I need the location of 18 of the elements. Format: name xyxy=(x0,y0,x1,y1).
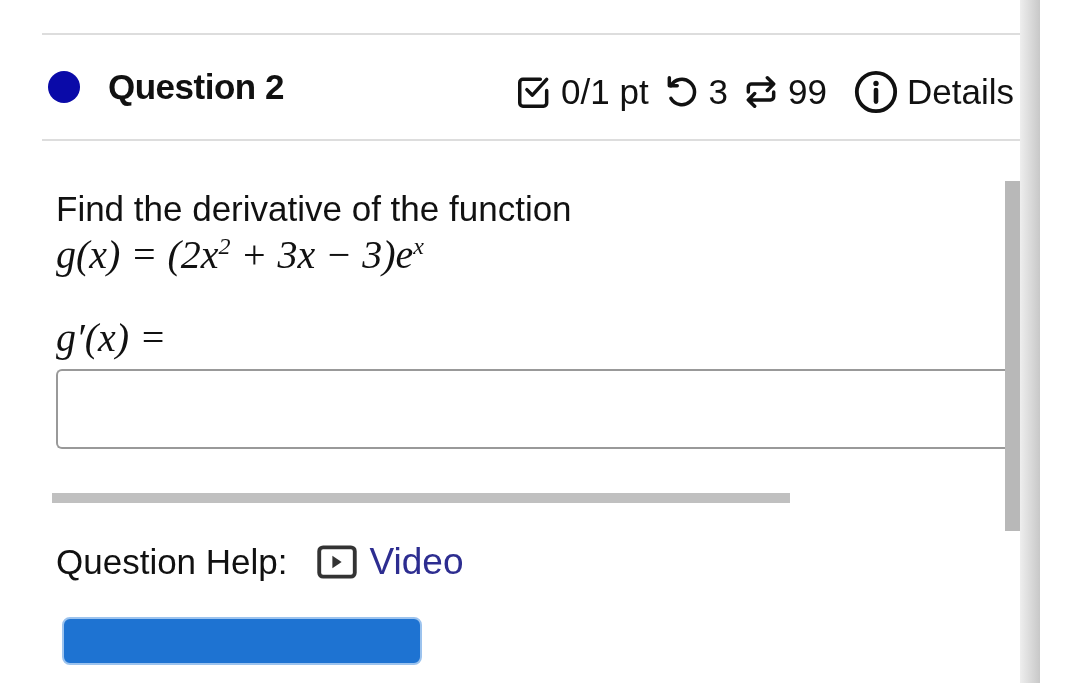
horizontal-scrollbar[interactable] xyxy=(52,493,790,503)
action-button[interactable] xyxy=(62,617,422,665)
attempts-count: 99 xyxy=(788,72,827,112)
status-dot xyxy=(48,71,80,103)
question-prompt: Find the derivative of the function xyxy=(56,189,573,229)
page-scrollbar[interactable] xyxy=(1020,0,1040,683)
score-text: 0/1 pt xyxy=(561,72,649,112)
help-label: Question Help: xyxy=(56,542,288,582)
answer-label: g′(x) = xyxy=(56,314,168,361)
info-icon[interactable] xyxy=(853,69,899,115)
question-title: Question 2 xyxy=(108,67,284,107)
video-link[interactable]: Video xyxy=(369,541,464,583)
vertical-scrollbar[interactable] xyxy=(1005,181,1020,531)
details-link[interactable]: Details xyxy=(907,72,1014,112)
function-formula: g(x) = (2x$^{2}$ + 3x − 3)e$^{x}$ xyxy=(56,231,425,278)
retries-count: 3 xyxy=(708,72,729,112)
video-icon xyxy=(315,545,358,579)
answer-field[interactable] xyxy=(56,369,1005,449)
